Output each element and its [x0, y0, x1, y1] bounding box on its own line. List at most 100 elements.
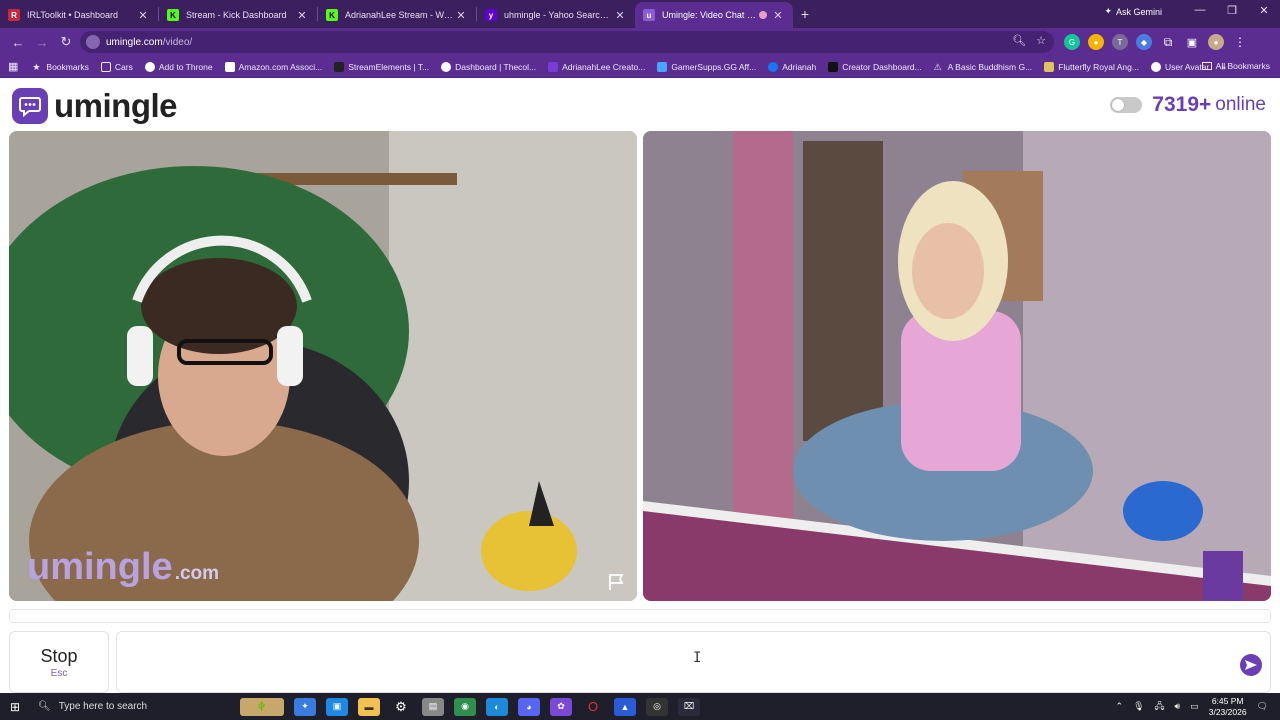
bookmark-item[interactable]: Dashboard | Thecol...	[441, 61, 536, 72]
honey-extension-icon[interactable]: ●	[1088, 34, 1104, 50]
network-icon[interactable]: 🖧	[1155, 699, 1165, 715]
apps-grid-icon[interactable]: ▦	[8, 60, 18, 73]
report-flag-icon[interactable]	[607, 573, 627, 591]
bookmark-item[interactable]: Adrianah	[768, 61, 816, 72]
extensions-puzzle-icon[interactable]: ⧉	[1160, 34, 1176, 50]
discord-icon[interactable]: ◕	[518, 697, 540, 716]
browser-tab[interactable]: R IRLToolkit • Dashboard ✕	[0, 2, 158, 28]
microphone-icon[interactable]: 🎙︎	[1133, 701, 1144, 712]
clock[interactable]: 6:45 PM 3/23/2026	[1209, 696, 1247, 718]
folder-icon	[100, 61, 111, 72]
settings-gear-icon[interactable]: ⚙	[390, 698, 412, 716]
close-tab-icon[interactable]: ✕	[771, 9, 785, 22]
shield-extension-icon[interactable]: ◆	[1136, 34, 1152, 50]
opera-icon[interactable]: O	[582, 698, 604, 716]
send-button[interactable]	[1240, 654, 1262, 676]
bookmark-item[interactable]: ★ Bookmarks	[32, 62, 89, 72]
streamelements-icon	[334, 61, 345, 72]
bookmark-item[interactable]: GamerSupps.GG Aff...	[657, 61, 756, 72]
browser-tab[interactable]: K Stream - Kick Dashboard ✕	[159, 2, 317, 28]
windows-taskbar: ⊞ 🔍︎ Type here to search 🌵 ✦ ▣ ▬ ⚙ ▤ ◉ ◐…	[0, 693, 1280, 720]
gemini-sparkle-icon: ✦	[1104, 6, 1112, 16]
bookmark-item[interactable]: Amazon.com Associ...	[224, 61, 322, 72]
throne-icon	[144, 61, 155, 72]
taskbar-search-placeholder: Type here to search	[58, 701, 148, 712]
menu-kebab-icon[interactable]: ⋮	[1232, 34, 1248, 50]
facebook-icon	[768, 61, 779, 72]
bookmark-item[interactable]: Cars	[100, 61, 133, 72]
send-icon	[1245, 660, 1257, 670]
all-bookmarks-button[interactable]: All Bookmarks	[1201, 61, 1270, 71]
app-icon[interactable]: ▤	[422, 697, 444, 716]
notifications-icon[interactable]: 🗨	[1257, 701, 1268, 712]
t-extension-icon[interactable]: T	[1112, 34, 1128, 50]
browser-tab[interactable]: K AdrianahLee Stream - Watch Live ✕	[318, 2, 476, 28]
chat-message-input[interactable]: I	[116, 631, 1271, 693]
bookmark-star-icon[interactable]: ☆	[1036, 34, 1046, 47]
bookmark-item[interactable]: Flutterfly Royal Ang...	[1044, 61, 1139, 72]
umingle-watermark: umingle .com	[27, 546, 219, 589]
new-tab-button[interactable]: +	[793, 6, 817, 22]
bookmark-item[interactable]: User Avatar	[1150, 61, 1209, 72]
windows-start-icon[interactable]: ⊞	[0, 700, 30, 714]
yahoo-favicon-icon: y	[485, 9, 497, 21]
close-tab-icon[interactable]: ✕	[295, 9, 309, 22]
forward-icon[interactable]: →	[30, 35, 54, 50]
terminal-icon[interactable]: ⌧	[678, 697, 700, 716]
ask-gemini-button[interactable]: ✦ Ask Gemini	[1104, 6, 1162, 17]
tab-title: AdrianahLee Stream - Watch Live	[345, 10, 454, 20]
text-cursor-icon: I	[693, 650, 702, 666]
browser-tab-active[interactable]: u Umingle: Video Chat with Strangers ✕	[635, 2, 793, 28]
irltoolkit-favicon-icon: R	[8, 9, 20, 21]
cactus-widget-icon[interactable]: 🌵	[240, 697, 284, 716]
edge-icon[interactable]: ◐	[486, 697, 508, 716]
bookmark-item[interactable]: AdrianahLee Creato...	[548, 61, 645, 72]
chrome-icon[interactable]: ◉	[454, 697, 476, 716]
store-icon[interactable]: ▣	[326, 697, 348, 716]
bookmark-item[interactable]: Add to Throne	[144, 61, 213, 72]
chat-bubble-logo-icon	[12, 88, 48, 124]
address-bar[interactable]: umingle.com/video/ 🔍︎ ☆	[80, 31, 1054, 53]
tray-chevron-icon[interactable]: ⌃	[1116, 701, 1124, 712]
tab-title: Umingle: Video Chat with Strangers	[662, 10, 759, 20]
copilot-icon[interactable]: ✦	[294, 697, 316, 716]
bookmark-item[interactable]: Creator Dashboard...	[828, 61, 922, 72]
online-status: 7319+ online	[1110, 93, 1266, 117]
stop-button[interactable]: Stop Esc	[9, 631, 109, 693]
local-video-scene	[9, 131, 637, 601]
streamlabs-icon[interactable]: ▲	[614, 697, 636, 716]
zoom-icon[interactable]: 🔍︎	[1012, 34, 1026, 47]
globe-icon	[441, 61, 452, 72]
battery-icon[interactable]: ▭	[1190, 701, 1199, 712]
close-tab-icon[interactable]: ✕	[454, 9, 468, 22]
umingle-favicon-icon: u	[643, 9, 655, 21]
browser-tab[interactable]: y uhmingle - Yahoo Search Results ✕	[477, 2, 635, 28]
close-tab-icon[interactable]: ✕	[613, 9, 627, 22]
remote-video	[643, 131, 1271, 601]
site-logo[interactable]: umingle	[12, 87, 178, 125]
bookmark-item[interactable]: ⚠ A Basic Buddhism G...	[934, 62, 1033, 72]
globe-icon	[1150, 61, 1161, 72]
side-panel-icon[interactable]: ▣	[1184, 34, 1200, 50]
close-window-icon[interactable]: ✕	[1248, 4, 1280, 17]
theme-toggle[interactable]	[1110, 97, 1143, 113]
site-info-icon[interactable]	[86, 35, 100, 49]
multicolor-app-icon[interactable]: ✿	[550, 697, 572, 716]
back-icon[interactable]: ←	[6, 35, 30, 50]
minimize-icon[interactable]: —	[1184, 4, 1216, 17]
obs-icon[interactable]: ◎	[646, 697, 668, 716]
volume-icon[interactable]: 🔊︎	[1175, 701, 1181, 712]
reload-icon[interactable]: ↻	[54, 34, 78, 50]
file-explorer-icon[interactable]: ▬	[358, 697, 380, 716]
profile-avatar[interactable]: ●	[1208, 34, 1224, 50]
bookmarks-bar: ▦ ★ Bookmarks Cars Add to Throne Amazon.c…	[0, 56, 1280, 78]
restore-icon[interactable]: ❐	[1216, 4, 1248, 17]
bookmark-item[interactable]: StreamElements | T...	[334, 61, 429, 72]
amazon-icon	[224, 61, 235, 72]
gamersupps-icon	[657, 61, 668, 72]
taskbar-search[interactable]: 🔍︎ Type here to search	[30, 693, 200, 720]
grammarly-extension-icon[interactable]: G	[1064, 34, 1080, 50]
kick-favicon-icon: K	[326, 9, 338, 21]
close-tab-icon[interactable]: ✕	[136, 9, 150, 22]
divider	[9, 609, 1271, 623]
